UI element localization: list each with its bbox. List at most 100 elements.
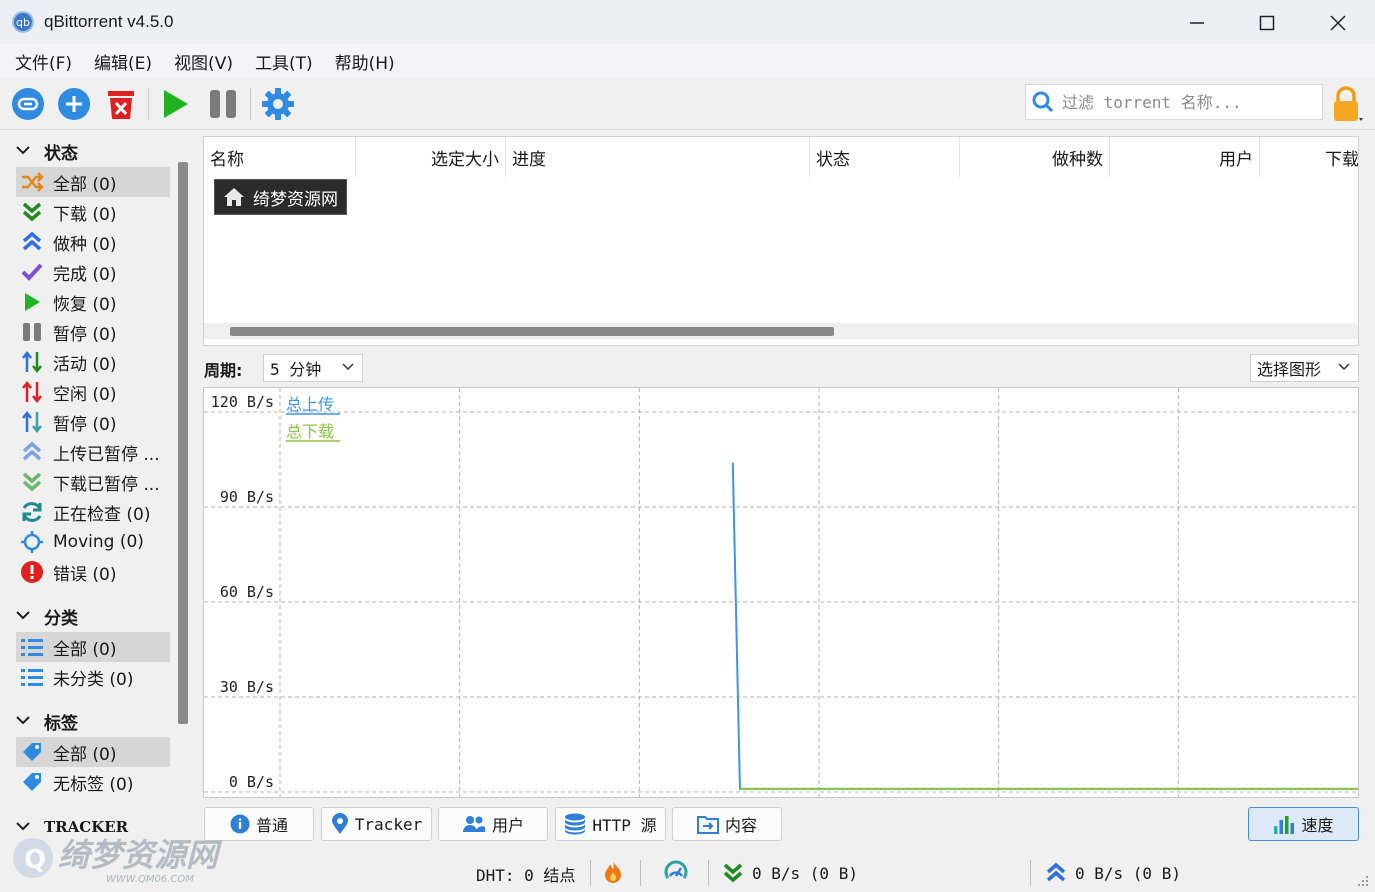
status-filter-active[interactable]: 活动 (0) [16, 347, 170, 377]
maximize-button[interactable] [1252, 8, 1282, 38]
column-download-speed[interactable]: 下载 [1260, 137, 1358, 177]
lock-icon [1334, 86, 1363, 121]
speed-limit-toggle[interactable] [664, 860, 688, 884]
chevron-down-icon [342, 360, 354, 374]
menu-help[interactable]: 帮助(H) [324, 49, 406, 74]
category-filter-label: 全部 (0) [53, 639, 117, 660]
status-filter-checking[interactable]: 正在检查 (0) [16, 497, 170, 527]
list-scrollbar-thumb[interactable] [230, 327, 834, 336]
minimize-button[interactable] [1182, 8, 1212, 38]
menu-view[interactable]: 视图(V) [163, 49, 244, 74]
period-select[interactable]: 5 分钟 [263, 354, 363, 382]
status-filter-moving[interactable]: Moving (0) [16, 527, 170, 557]
column-seeds[interactable]: 做种数 [960, 137, 1110, 177]
status-filter-label: 恢复 (0) [53, 294, 117, 315]
status-filter-label: 暂停 (0) [53, 414, 117, 435]
options-button[interactable] [260, 86, 296, 122]
tag-filter-all[interactable]: 全部 (0) [16, 737, 170, 767]
refresh-icon [19, 499, 45, 525]
status-filter-download-paused[interactable]: 下载已暂停 ... [16, 467, 170, 497]
download-speed-status[interactable]: 0 B/s (0 B) [722, 862, 858, 884]
menu-file[interactable]: 文件(F) [4, 49, 83, 74]
period-label: 周期: [204, 361, 243, 380]
column-label: 状态 [816, 149, 850, 170]
chevron-down-icon [16, 608, 30, 624]
status-filter-upload-paused[interactable]: 上传已暂停 ... [16, 437, 170, 467]
status-section-title: 状态 [44, 143, 78, 164]
status-filter-stalled[interactable]: 暂停 (0) [16, 407, 170, 437]
pause-button[interactable] [205, 86, 241, 122]
status-filter-label: Moving (0) [53, 532, 144, 552]
column-peers[interactable]: 用户 [1110, 137, 1260, 177]
close-button[interactable] [1323, 8, 1353, 38]
column-label: 名称 [210, 149, 244, 170]
sidebar-scrollbar-thumb[interactable] [178, 162, 188, 724]
status-filter-inactive[interactable]: 空闲 (0) [16, 377, 170, 407]
bar-chart-icon [1273, 814, 1295, 834]
status-bar: DHT: 0 结点 0 B/s (0 B) 0 B/s (0 B) [0, 852, 1375, 892]
tags-section-header[interactable]: 标签 [16, 707, 78, 735]
filter-input[interactable] [1062, 92, 1312, 112]
add-torrent-file-button[interactable] [56, 86, 92, 122]
status-filter-label: 下载已暂停 ... [53, 474, 160, 495]
speed-graph-svg: 120 B/s 90 B/s 60 B/s 30 B/s 0 B/s 总上传总下载 [204, 388, 1358, 797]
resize-grip-icon [1358, 876, 1368, 886]
tab-general[interactable]: 普通 [204, 807, 314, 841]
resume-button[interactable] [157, 86, 193, 122]
status-filter-label: 上传已暂停 ... [53, 444, 160, 465]
status-filter-seeding[interactable]: 做种 (0) [16, 227, 170, 257]
graph-select[interactable]: 选择图形 [1250, 354, 1359, 382]
filter-search-box[interactable] [1025, 84, 1323, 120]
categories-section-title: 分类 [44, 608, 78, 629]
toolbar [0, 78, 1375, 130]
status-filter-all[interactable]: 全部 (0) [16, 167, 170, 197]
menu-tools[interactable]: 工具(T) [244, 49, 324, 74]
categories-section-header[interactable]: 分类 [16, 602, 78, 630]
tab-trackers[interactable]: Tracker [321, 807, 432, 841]
network-status-button[interactable] [603, 860, 623, 884]
status-filter-label: 下载 (0) [53, 204, 117, 225]
tab-speed[interactable]: 速度 [1248, 807, 1359, 841]
column-size[interactable]: 选定大小 [356, 137, 506, 177]
torrent-list[interactable]: 名称 选定大小 进度 状态 做种数 用户 下载 绮梦资源网 [203, 136, 1359, 346]
status-filter-label: 全部 (0) [53, 174, 117, 195]
y-tick-label: 60 B/s [220, 583, 274, 601]
series-line-upload [731, 462, 1358, 790]
add-icon [58, 88, 90, 120]
status-filter-errored[interactable]: 错误 (0) [16, 557, 170, 587]
column-name[interactable]: 名称 [204, 137, 356, 177]
maximize-icon [1259, 15, 1275, 31]
delete-torrent-button[interactable] [103, 86, 139, 122]
column-progress[interactable]: 进度 [506, 137, 810, 177]
column-status[interactable]: 状态 [810, 137, 960, 177]
site-tooltip: 绮梦资源网 [214, 179, 347, 215]
location-pin-icon [331, 813, 349, 835]
column-label: 选定大小 [431, 149, 499, 170]
upload-speed-status[interactable]: 0 B/s (0 B) [1045, 862, 1181, 884]
list-horizontal-scrollbar[interactable] [204, 323, 1358, 339]
status-filter-label: 正在检查 (0) [53, 504, 151, 525]
category-filter-uncategorized[interactable]: 未分类 (0) [16, 662, 170, 692]
speed-graph: 120 B/s 90 B/s 60 B/s 30 B/s 0 B/s 总上传 总下载 [203, 387, 1359, 798]
status-filter-completed[interactable]: 完成 (0) [16, 257, 170, 287]
status-section-header[interactable]: 状态 [16, 137, 78, 165]
status-filter-paused[interactable]: 暂停 (0) [16, 317, 170, 347]
category-filter-all[interactable]: 全部 (0) [16, 632, 170, 662]
resize-grip[interactable] [1356, 874, 1370, 888]
app-icon: qb [12, 11, 34, 33]
status-filter-resumed[interactable]: 恢复 (0) [16, 287, 170, 317]
check-icon [19, 259, 45, 285]
status-filter-downloading[interactable]: 下载 (0) [16, 197, 170, 227]
tab-label: HTTP 源 [592, 816, 657, 835]
tab-peers[interactable]: 用户 [438, 807, 548, 841]
add-torrent-link-button[interactable] [10, 86, 46, 122]
tab-content[interactable]: 内容 [672, 807, 782, 841]
trackers-section-header[interactable]: TRACKER [16, 813, 128, 841]
menu-edit[interactable]: 编辑(E) [83, 49, 163, 74]
tab-http-sources[interactable]: HTTP 源 [555, 807, 666, 841]
toolbar-separator [148, 88, 149, 120]
list-header: 名称 选定大小 进度 状态 做种数 用户 下载 [204, 137, 1358, 177]
lock-button[interactable] [1328, 86, 1366, 122]
y-tick-label: 120 B/s [211, 393, 274, 411]
tag-filter-untagged[interactable]: 无标签 (0) [16, 767, 170, 797]
